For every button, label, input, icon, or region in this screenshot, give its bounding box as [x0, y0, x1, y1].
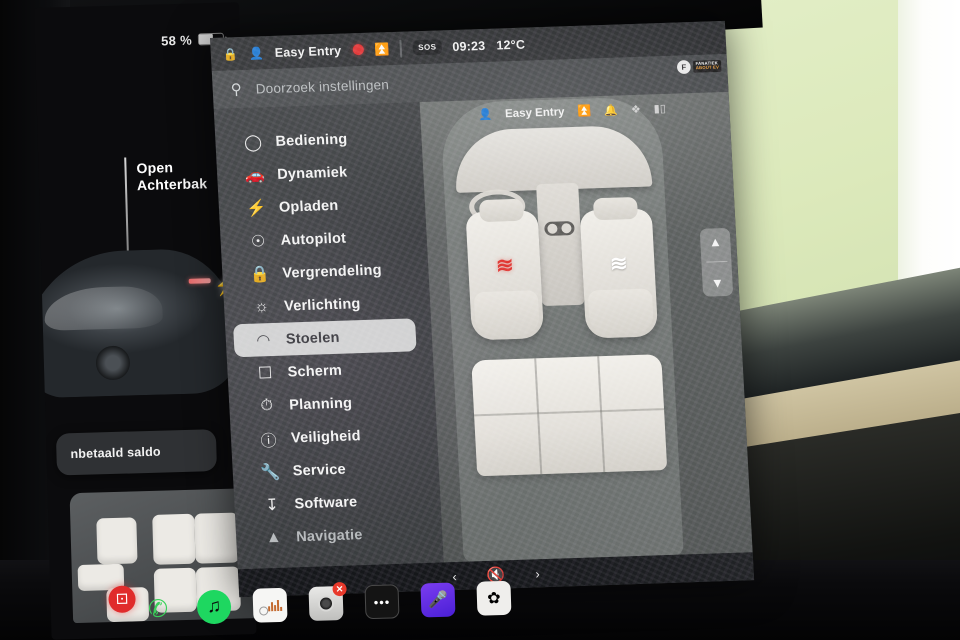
camera-icon — [317, 595, 335, 612]
notes-app[interactable] — [252, 587, 288, 623]
unpaid-balance-toast[interactable]: nbetaald saldo — [55, 429, 218, 476]
driver-cushion — [473, 290, 540, 337]
seat-icon: ◠ — [255, 331, 271, 350]
navigation-icon: ▲ — [265, 528, 283, 546]
voice-memo-app[interactable]: 🎤 — [420, 582, 456, 618]
driver-seat[interactable]: ≋ — [465, 198, 545, 341]
charge-port-indicator — [188, 278, 211, 284]
passenger-cushion — [587, 288, 655, 335]
mini-seat-rear-1[interactable] — [152, 513, 196, 565]
sun-icon: ☼ — [253, 297, 270, 316]
sidebar-label: Dynamiek — [276, 164, 348, 183]
toggle-icon: ◯ — [243, 133, 263, 152]
sidebar-label: Veiligheid — [290, 427, 362, 446]
lock-icon[interactable]: 🔒 — [222, 47, 238, 61]
passenger-seat[interactable]: ≋ — [579, 196, 659, 339]
sidebar-label: Vergrendeling — [281, 261, 383, 282]
camera-badge: ✕ — [332, 581, 347, 597]
settings-body: ◯ Bediening 🚗 Dynamiek ⚡ Opladen ☉ Autop… — [214, 87, 753, 569]
person-icon: 👤 — [478, 108, 493, 122]
chevron-down-icon[interactable]: ▼ — [711, 275, 725, 290]
record-dot-icon[interactable] — [352, 43, 364, 56]
watermark-text: FANATIEK ABOUT EV — [692, 59, 722, 73]
sidebar-label: Scherm — [287, 362, 343, 381]
search-icon: ⚲ — [230, 80, 243, 99]
seat-control-panel: ≋ ≋ ▲ ▼ — [419, 87, 753, 563]
mini-seat-rear-2[interactable] — [194, 512, 240, 564]
bell-icon[interactable]: 🔔 — [604, 104, 618, 117]
tesla-touchscreen: 🔒 👤 Easy Entry ⏫ SOS 09:23 12°C ⚲ Doorzo… — [210, 20, 755, 598]
seat-adjust-stepper[interactable]: ▲ ▼ — [699, 227, 734, 297]
charging-icon[interactable]: ⏫ — [577, 104, 591, 117]
spotify-icon: ♫ — [206, 595, 222, 618]
passenger-headrest — [592, 196, 639, 221]
car-icon: 🚗 — [244, 166, 266, 185]
download-icon: ↧ — [264, 496, 280, 514]
statusbar-divider — [399, 39, 403, 58]
bolt-icon: ⚡ — [246, 199, 267, 218]
person-icon: 👤 — [248, 45, 265, 61]
photos-app[interactable]: ✿ — [476, 580, 512, 616]
sidebar-item-navigatie[interactable]: ▲ Navigatie — [243, 516, 427, 555]
photos-icon: ✿ — [486, 590, 501, 608]
display-icon: ☐ — [257, 364, 273, 383]
driver-headrest — [478, 198, 524, 223]
driver-profile-label[interactable]: Easy Entry — [274, 43, 341, 59]
alert-circle-icon: ⓘ — [260, 432, 278, 450]
mini-seat-driver[interactable] — [96, 517, 138, 565]
microphone-icon: 🎤 — [427, 591, 449, 610]
sidebar-label: Navigatie — [295, 526, 363, 545]
subbar-profile-label[interactable]: Easy Entry — [505, 106, 565, 120]
sidebar-label: Verlichting — [283, 295, 361, 315]
search-input[interactable]: Doorzoek instellingen — [255, 77, 389, 96]
sidebar-label: Software — [294, 493, 358, 512]
heat-waves-icon[interactable]: ≋ — [609, 252, 627, 276]
lock-icon: 🔒 — [249, 265, 271, 284]
sidebar-label: Bediening — [275, 130, 348, 150]
photo-scene: 58 % Open Achterbak ⚡ nbetaald saldo ⚀ — [0, 0, 960, 640]
open-trunk-line2: Achterbak — [136, 174, 208, 193]
lte-signal-icon[interactable]: ▮▯ — [653, 102, 666, 115]
sidebar-label: Service — [292, 461, 347, 479]
cabin-diagram: ≋ ≋ — [434, 96, 696, 563]
rear-seam — [474, 408, 665, 416]
chevron-up-icon[interactable]: ▲ — [709, 234, 723, 249]
watermark-line2: ABOUT EV — [695, 65, 719, 71]
rear-split-left — [534, 358, 542, 475]
heat-waves-icon[interactable]: ≋ — [495, 254, 513, 278]
rear-bench-seats[interactable] — [471, 354, 668, 477]
sidebar-label: Planning — [288, 394, 353, 413]
charging-icon[interactable]: ⏫ — [374, 42, 390, 56]
sos-badge[interactable]: SOS — [412, 39, 442, 56]
notes-icon — [268, 599, 283, 612]
clock-label: 09:23 — [452, 38, 486, 54]
car-render — [34, 247, 240, 399]
phone-app[interactable]: ✆ — [141, 591, 176, 626]
sidebar-label: Stoelen — [285, 329, 341, 348]
camera-app[interactable]: ✕ — [308, 581, 347, 622]
open-trunk-line1: Open — [136, 159, 174, 177]
channel-watermark: F FANATIEK ABOUT EV — [676, 59, 722, 75]
unpaid-balance-label: nbetaald saldo — [70, 444, 161, 462]
more-dots-icon: ••• — [373, 593, 391, 610]
phone-icon: ✆ — [147, 594, 169, 623]
center-console — [536, 182, 585, 307]
wrench-icon: 🔧 — [259, 463, 281, 481]
clock-icon: ⏱ — [260, 396, 274, 414]
watermark-logo-icon: F — [676, 60, 691, 75]
spotify-app[interactable]: ♫ — [196, 589, 232, 625]
sidebar-label: Autopilot — [280, 230, 347, 249]
bluetooth-icon[interactable]: ❖ — [631, 103, 641, 116]
sidebar-label: Opladen — [278, 197, 339, 216]
settings-sidebar: ◯ Bediening 🚗 Dynamiek ⚡ Opladen ☉ Autop… — [214, 102, 438, 569]
rear-split-right — [597, 356, 605, 473]
cup-holders — [544, 220, 575, 236]
steering-wheel-icon: ☉ — [250, 232, 266, 251]
temperature-label: 12°C — [495, 37, 526, 52]
battery-percent-label: 58 % — [160, 32, 193, 48]
more-app[interactable]: ••• — [364, 584, 400, 620]
stepper-divider — [705, 261, 727, 264]
